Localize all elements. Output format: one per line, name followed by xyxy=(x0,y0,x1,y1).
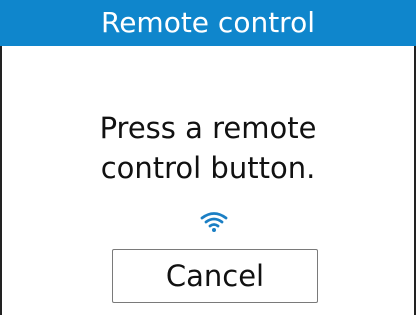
dialog-title: Remote control xyxy=(101,6,315,39)
remote-control-dialog: Remote control Press a remote control bu… xyxy=(0,0,416,315)
dialog-title-bar: Remote control xyxy=(0,0,416,46)
instruction-line-1: Press a remote xyxy=(99,111,317,145)
dialog-left-border xyxy=(0,46,2,315)
instruction-message: Press a remote control button. xyxy=(20,108,396,188)
cancel-button[interactable]: Cancel xyxy=(112,249,318,303)
wifi-icon xyxy=(200,212,228,232)
instruction-line-2: control button. xyxy=(100,151,316,185)
